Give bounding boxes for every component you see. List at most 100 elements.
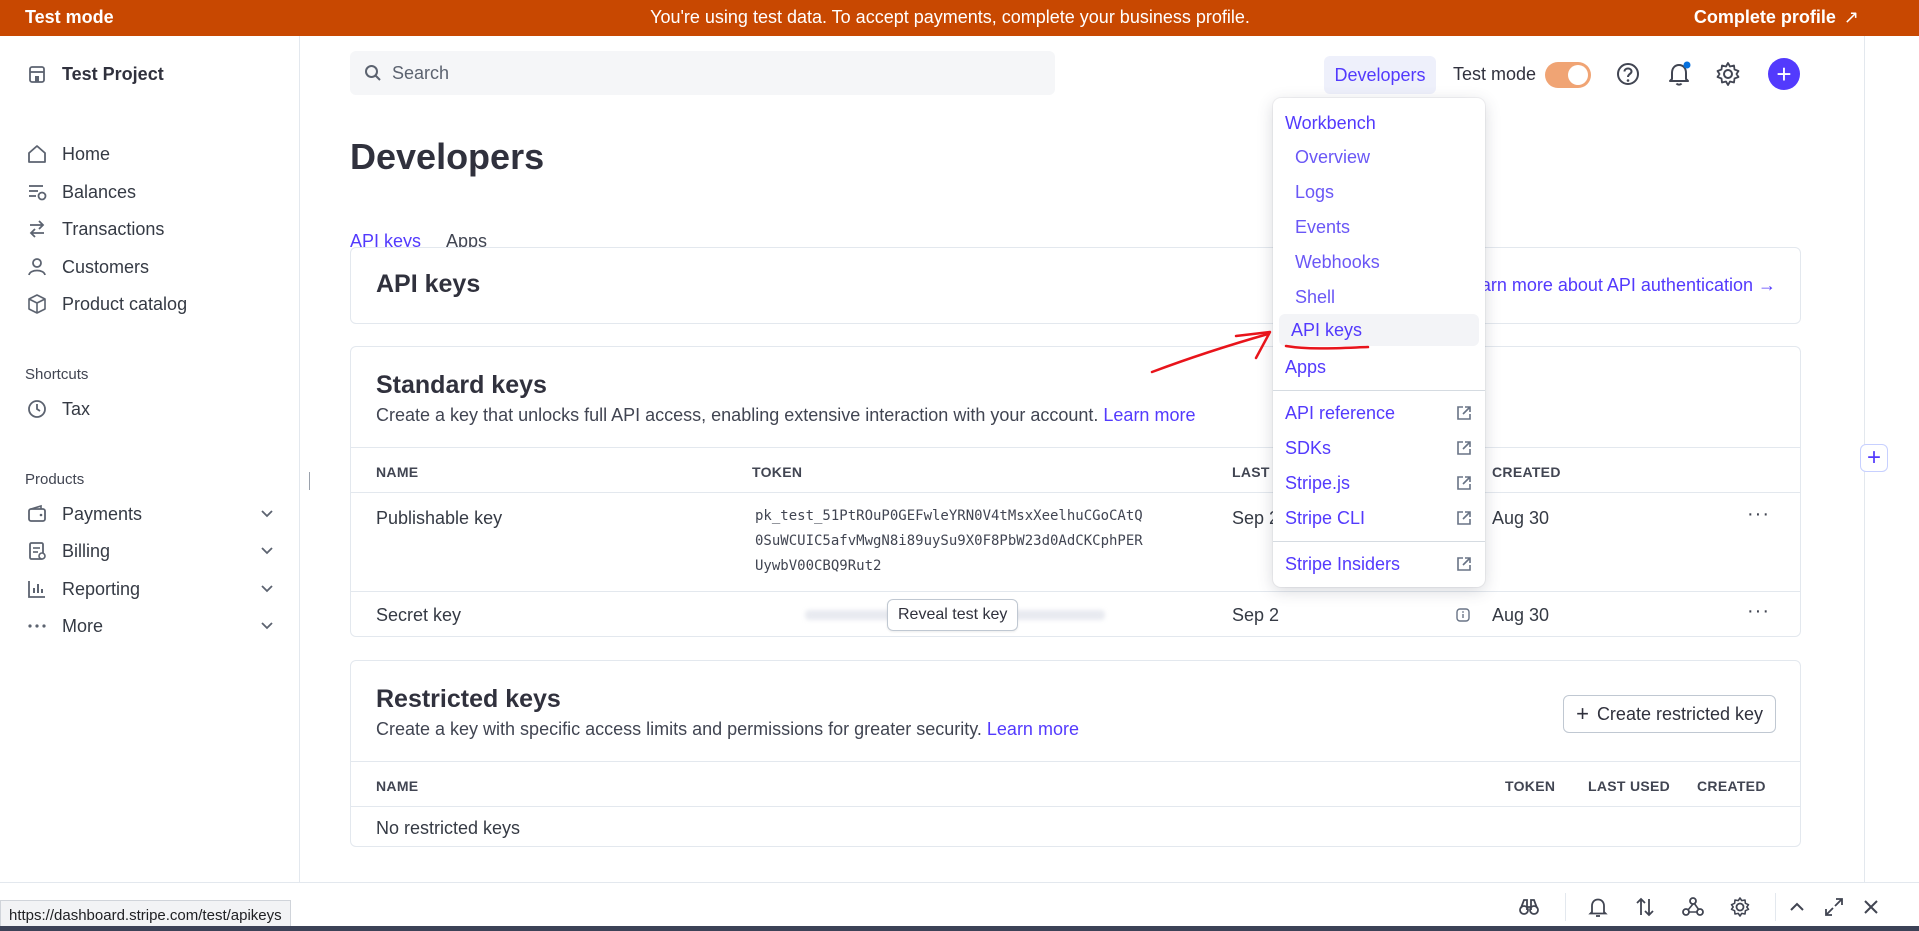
settings-gear-icon[interactable] — [1714, 60, 1742, 88]
restricted-keys-learn-more-link[interactable]: Learn more — [987, 719, 1079, 739]
chevron-down-icon[interactable] — [258, 616, 276, 634]
sidebar-item-reporting[interactable]: Reporting — [26, 574, 276, 604]
last-used: Sep 2 — [1232, 508, 1280, 528]
menu-item-stripe-insiders[interactable]: Stripe Insiders — [1285, 548, 1473, 580]
divider — [351, 761, 1800, 762]
sidebar-item-product-catalog[interactable]: Product catalog — [26, 289, 276, 319]
expand-icon[interactable] — [1822, 895, 1846, 919]
shortcuts-heading: Shortcuts — [25, 366, 89, 383]
key-name: Secret key — [376, 605, 462, 625]
create-restricted-key-button[interactable]: + Create restricted key — [1563, 695, 1776, 733]
menu-item-stripe-js[interactable]: Stripe.js — [1285, 467, 1473, 499]
chevron-down-icon[interactable] — [258, 504, 276, 522]
search-placeholder: Search — [392, 62, 450, 83]
help-icon[interactable] — [1614, 60, 1642, 88]
reveal-test-key-button[interactable]: Reveal test key — [887, 599, 1019, 631]
close-icon[interactable] — [1859, 895, 1883, 919]
standard-keys-desc-text: Create a key that unlocks full API acces… — [376, 405, 1099, 425]
search-input[interactable]: Search — [350, 51, 1055, 95]
wallet-icon — [28, 504, 46, 522]
sort-arrows-icon[interactable] — [1633, 895, 1657, 919]
sidebar-item-tax[interactable]: Tax — [26, 394, 276, 424]
row-menu-icon[interactable]: ··· — [1747, 600, 1770, 623]
menu-item-sdks[interactable]: SDKs — [1285, 432, 1473, 464]
complete-profile-label: Complete profile — [1693, 7, 1836, 27]
home-icon — [28, 145, 46, 163]
add-panel-button[interactable]: + — [1860, 444, 1888, 472]
menu-item-shell[interactable]: Shell — [1295, 281, 1483, 313]
restricted-keys-card: Restricted keys Create a key with specif… — [350, 660, 1801, 847]
project-name: Test Project — [62, 63, 164, 84]
webhook-icon[interactable] — [1681, 895, 1705, 919]
page-title: Developers — [350, 136, 545, 177]
sidebar-item-transactions[interactable]: Transactions — [26, 214, 276, 244]
sidebar-item-label: Reporting — [62, 578, 141, 599]
transactions-icon — [29, 220, 45, 238]
menu-item-workbench[interactable]: Workbench — [1285, 107, 1473, 139]
plus-icon: + — [1576, 701, 1589, 726]
binoculars-icon[interactable] — [1517, 895, 1541, 919]
project-switcher[interactable]: Test Project — [26, 59, 276, 89]
menu-item-label: API reference — [1285, 402, 1396, 423]
menu-item-stripe-cli[interactable]: Stripe CLI — [1285, 502, 1473, 534]
notification-bell-icon[interactable] — [1665, 60, 1693, 88]
billing-icon — [29, 542, 46, 560]
chevron-up-icon[interactable] — [1785, 895, 1809, 919]
menu-item-overview[interactable]: Overview — [1295, 141, 1483, 173]
create-plus-button[interactable]: + — [1768, 58, 1800, 90]
column-header-token: TOKEN — [1505, 778, 1556, 794]
sidebar: Test Project Home Balances Transactions … — [0, 36, 310, 882]
complete-profile-link[interactable]: Complete profile ↗ — [1694, 7, 1859, 28]
info-icon[interactable] — [1455, 607, 1471, 623]
sidebar-item-home[interactable]: Home — [26, 139, 276, 169]
developers-button[interactable]: Developers — [1324, 56, 1436, 94]
menu-item-api-reference[interactable]: API reference — [1285, 397, 1473, 429]
more-icon — [28, 624, 46, 628]
sidebar-item-balances[interactable]: Balances — [26, 177, 276, 207]
menu-item-label: Stripe.js — [1285, 472, 1351, 493]
test-mode-toggle[interactable] — [1545, 62, 1591, 88]
sidebar-item-label: Home — [62, 143, 111, 164]
sidebar-item-payments[interactable]: Payments — [26, 499, 276, 529]
restricted-keys-desc-text: Create a key with specific access limits… — [376, 719, 982, 739]
api-keys-card-title: API keys — [376, 270, 481, 298]
store-icon — [29, 66, 45, 83]
api-keys-card: API keys arn more about API authenticati… — [350, 247, 1801, 324]
row-menu-icon[interactable]: ··· — [1747, 503, 1770, 526]
restricted-keys-description: Create a key with specific access limits… — [376, 719, 1079, 740]
standard-keys-learn-more-link[interactable]: Learn more — [1103, 405, 1195, 425]
menu-item-webhooks[interactable]: Webhooks — [1295, 246, 1483, 278]
bell-icon[interactable] — [1586, 895, 1610, 919]
sidebar-item-more[interactable]: More — [26, 611, 276, 641]
external-link-icon — [1457, 511, 1471, 525]
chevron-down-icon[interactable] — [258, 579, 276, 597]
sidebar-item-customers[interactable]: Customers — [26, 252, 276, 282]
window-bottom-edge — [0, 926, 1919, 931]
settings-gear-icon[interactable] — [1728, 895, 1752, 919]
plus-icon: + — [1776, 59, 1792, 89]
product-catalog-icon — [28, 294, 46, 314]
publishable-key-token[interactable]: pk_test_51PtROuP0GEFwleYRN0V4tMsxXeelhuC… — [755, 504, 1143, 579]
sidebar-item-label: Product catalog — [62, 293, 188, 314]
divider — [351, 447, 1800, 448]
menu-item-label: Stripe Insiders — [1285, 553, 1401, 574]
sidebar-item-label: More — [62, 615, 104, 636]
external-link-icon — [1457, 406, 1471, 420]
create-restricted-key-label: Create restricted key — [1596, 703, 1763, 724]
menu-divider — [1273, 541, 1485, 542]
token-line: 0SuWCUIC5afvMwgN8i89uySu9X0F8PbW23d0AdCK… — [755, 533, 1143, 549]
table-row-publishable-key: Publishable key pk_test_51PtROuP0GEFwleY… — [351, 493, 1800, 591]
products-heading: Products — [25, 471, 85, 488]
created-date: Aug 30 — [1492, 605, 1550, 625]
sidebar-item-billing[interactable]: Billing — [26, 536, 276, 566]
external-link-icon — [1457, 441, 1471, 455]
menu-item-events[interactable]: Events — [1295, 211, 1483, 243]
menu-item-logs[interactable]: Logs — [1295, 176, 1483, 208]
chevron-down-icon[interactable] — [258, 541, 276, 559]
api-auth-learn-more-link[interactable]: arn more about API authentication → — [1481, 275, 1776, 296]
token-line: pk_test_51PtROuP0GEFwleYRN0V4tMsxXeelhuC… — [755, 508, 1143, 524]
test-mode-label: Test mode — [1453, 64, 1537, 84]
arrow-up-right-icon: ↗ — [1843, 7, 1859, 27]
column-header-name: NAME — [376, 778, 419, 794]
column-header-last-used: LAST USED — [1588, 778, 1671, 794]
